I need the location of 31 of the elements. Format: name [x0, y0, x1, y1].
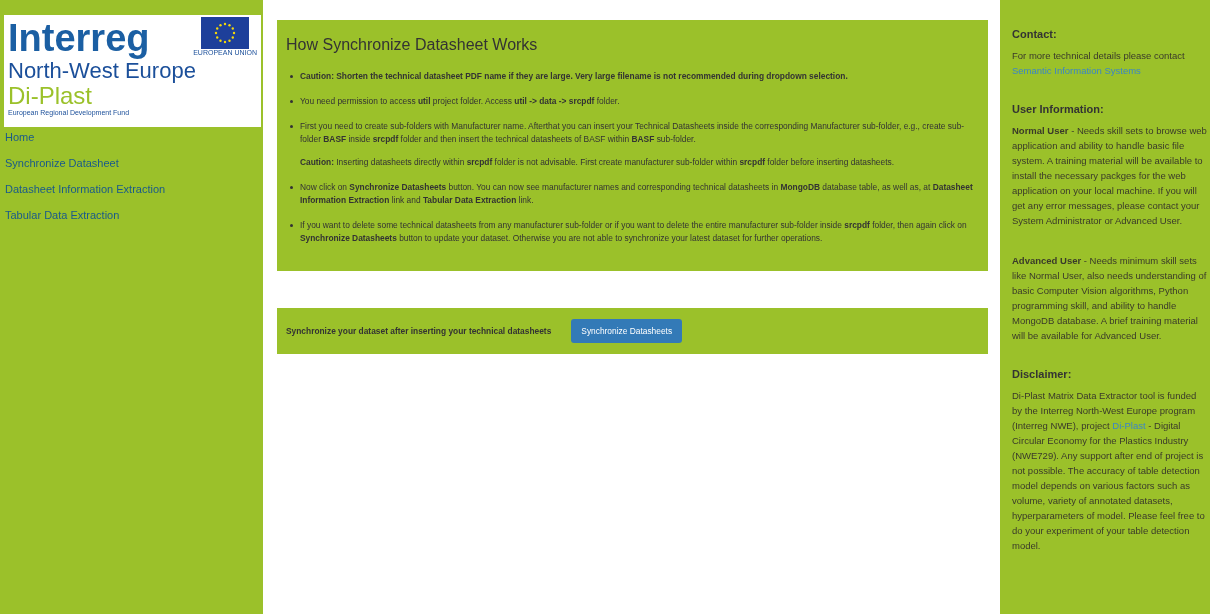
link[interactable]: Di-Plast — [1112, 420, 1146, 431]
bullet-icon — [290, 100, 293, 103]
bullet-icon — [290, 125, 293, 128]
section-heading: User Information: — [1012, 103, 1105, 115]
bullet-text: Now click on Synchronize Datasheets button. You can now see manufacturer names and corresponding technical datasheets in MongoDB database table, as well as, at Datasheet Information Extraction link and Tabular Data Extraction link. — [300, 181, 974, 207]
nav-link[interactable]: Synchronize Datasheet — [0, 153, 124, 173]
bullet-text: You need permission to access util project folder. Access util -> data -> srcpdf folder. — [300, 95, 621, 108]
panel-title: How Synchronize Datasheet Works — [286, 36, 539, 54]
paragraph: Normal User - Needs skill sets to browse web application and ability to handle basic file system. A training material will be available to install the necessary packges for the web application on your local machine. If you will get any error messages, please contact your System Administrator or Advanced User. — [1012, 124, 1207, 228]
bullet-text: First you need to create sub-folders with Manufacturer name. Afterthat you can insert your Technical Datasheets inside the corresponding Manufacturer sub-folder, e.g., create sub-folder BASF inside srcpdf folder and then insert the technical datasheets of BASF within BASF sub-folder. — [300, 120, 966, 146]
paragraph: Advanced User - Needs minimum skill sets like Normal User, also needs understanding of basic Computer Vision algorithms, Python programming skill, and ability to handle MongoDB database. A brief training material will be available for Advanced User. — [1012, 254, 1207, 343]
paragraph: For more technical details please contact Semantic Information Systems — [1012, 49, 1186, 78]
sync-label: Synchronize your dataset after inserting your technical datasheets — [286, 326, 552, 336]
logo-title: Interreg — [8, 17, 150, 59]
link[interactable]: Semantic Information Systems — [1012, 65, 1141, 76]
bullet-icon — [290, 224, 293, 227]
section-heading: Contact: — [1012, 28, 1058, 40]
synchronize-button[interactable]: Synchronize Datasheets — [571, 319, 683, 343]
bullet-icon — [290, 186, 293, 189]
logo-project: Di-Plast — [8, 83, 93, 109]
logo-subtitle: North-West Europe — [8, 59, 197, 83]
paragraph: Di-Plast Matrix Data Extractor tool is funded by the Interreg North-West Europe program (Interreg NWE), project Di-Plast - Digital Circular Economy for the Plastics Industry (NWE729). Any support after end of project is not possible. The accuracy of table detection model depends on various factors such as volume, variety of annotated datasets, hyperparameters of model. Please feel free to do your experiment of your table detection model. — [1012, 389, 1206, 553]
nav-link[interactable]: Tabular Data Extraction — [0, 205, 125, 225]
nav-link[interactable]: Home — [0, 127, 40, 147]
caution-note: Caution: Inserting datasheets directly within srcpdf folder is not advisable. First create manufacturer sub-folder within srcpdf folder before inserting datasheets. — [300, 156, 895, 169]
nav-link[interactable]: Datasheet Information Extraction — [0, 179, 171, 199]
bullet-text: Caution: Shorten the technical datasheet PDF name if they are large. Very large filename is not recommended during dropdown selection. — [300, 70, 849, 83]
flag-icon — [201, 17, 250, 49]
bullet-text: If you want to delete some technical datasheets from any manufacturer sub-folder or if you want to delete the entire manufacturer sub-folder inside srcpdf folder, then again click on Synchronize Datasheets button to update your dataset. Otherwise you are not able to synchronize your latest dataset for further operations. — [300, 219, 968, 245]
bullet-icon — [290, 75, 293, 78]
section-heading: Disclaimer: — [1012, 368, 1073, 380]
